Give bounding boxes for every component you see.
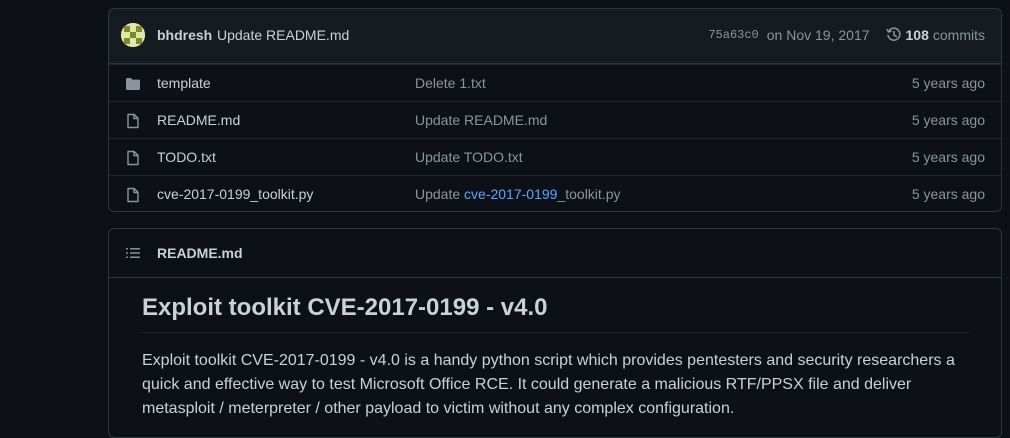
file-name-link[interactable]: TODO.txt (157, 149, 216, 165)
author-avatar[interactable] (121, 23, 145, 47)
commit-message-link[interactable]: Update README.md (217, 27, 349, 43)
commit-date: on Nov 19, 2017 (766, 27, 870, 43)
commits-history-link[interactable]: 108 commits (885, 27, 985, 43)
file-commit-message: Update cve-2017-0199_toolkit.py (415, 186, 621, 202)
commit-author-link[interactable]: bhdresh (157, 27, 212, 43)
issue-reference-link[interactable]: cve-2017-0199 (464, 186, 557, 202)
readme-heading: Exploit toolkit CVE-2017-0199 - v4.0 (142, 293, 969, 333)
list-unordered-icon[interactable] (125, 245, 141, 261)
file-icon (127, 187, 139, 203)
readme-paragraph: Exploit toolkit CVE-2017-0199 - v4.0 is … (142, 352, 955, 417)
file-name-link[interactable]: README.md (157, 112, 240, 128)
file-row[interactable]: TODO.txt Update TODO.txt 5 years ago (109, 138, 1001, 175)
file-age: 5 years ago (911, 112, 985, 128)
file-commit-message-link[interactable]: Update TODO.txt (415, 149, 523, 165)
commit-meta: 75a63c0 on Nov 19, 2017 108 commits (708, 27, 985, 43)
file-row[interactable]: README.md Update README.md 5 years ago (109, 101, 1001, 138)
file-commit-message-link[interactable]: Delete 1.txt (415, 75, 486, 91)
file-age: 5 years ago (911, 149, 985, 165)
file-commit-message-link[interactable]: Update README.md (415, 112, 547, 128)
file-name-link[interactable]: template (157, 75, 211, 91)
commit-message-prefix-link[interactable]: Update (415, 186, 464, 202)
file-row[interactable]: cve-2017-0199_toolkit.py Update cve-2017… (109, 175, 1001, 212)
history-icon (885, 27, 901, 41)
file-row[interactable]: template Delete 1.txt 5 years ago (109, 64, 1001, 101)
readme-header: README.md (109, 229, 1001, 278)
file-browser: bhdresh Update README.md 75a63c0 on Nov … (108, 8, 1002, 212)
commit-sha-link[interactable]: 75a63c0 (708, 28, 758, 42)
folder-icon (126, 78, 140, 90)
file-age: 5 years ago (911, 186, 985, 202)
commit-message-suffix-link[interactable]: _toolkit.py (557, 186, 620, 202)
file-age: 5 years ago (911, 75, 985, 91)
file-icon (127, 113, 139, 129)
latest-commit-bar: bhdresh Update README.md 75a63c0 on Nov … (109, 9, 1001, 64)
commit-count: 108 (905, 27, 929, 43)
file-name-link[interactable]: cve-2017-0199_toolkit.py (157, 186, 313, 202)
readme-panel: README.md Exploit toolkit CVE-2017-0199 … (108, 228, 1002, 438)
readme-content: Exploit toolkit CVE-2017-0199 - v4.0 Exp… (142, 277, 969, 421)
file-icon (127, 150, 139, 166)
readme-filename-link[interactable]: README.md (157, 245, 243, 261)
commit-count-label: commits (932, 27, 985, 43)
